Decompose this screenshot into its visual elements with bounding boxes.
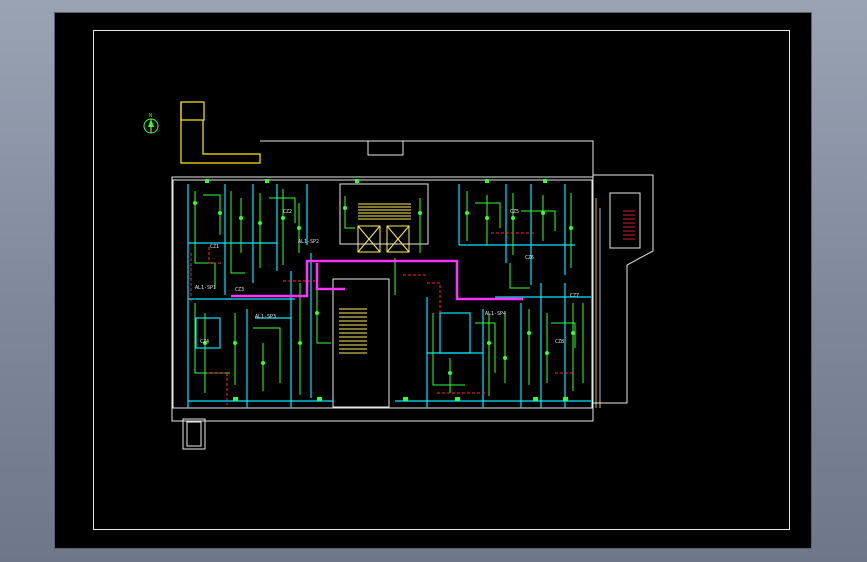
- room-label: CZ4: [200, 339, 209, 345]
- room-label: CZ3: [235, 287, 244, 293]
- room-label: CZ5: [510, 209, 519, 215]
- panel-label: AL1-SP1: [195, 285, 216, 291]
- room-label: CZ2: [283, 209, 292, 215]
- dashed-circuits: [190, 232, 575, 405]
- north-arrow-icon: N: [143, 113, 159, 134]
- right-stair: [595, 198, 635, 408]
- room-label: CZ1: [210, 244, 219, 250]
- panel-label: AL1-SP4: [485, 311, 506, 317]
- room-label: CZ7: [570, 293, 579, 299]
- floor-plan-diagram: N CZ1 CZ2 CZ3 CZ4 CZ5 CZ6 CZ7 CZ8 AL1-SP…: [143, 101, 654, 450]
- panel-label: AL1-SP2: [298, 239, 319, 245]
- panel-label: AL1-SP3: [255, 314, 276, 320]
- room-label: CZ8: [555, 339, 564, 345]
- drawing-sheet: N CZ1 CZ2 CZ3 CZ4 CZ5 CZ6 CZ7 CZ8 AL1-SP…: [55, 13, 811, 548]
- room-label: CZ6: [525, 255, 534, 261]
- main-trunk-line: [231, 259, 523, 301]
- yellow-structure: [180, 101, 261, 164]
- stair-core: [332, 183, 429, 408]
- north-label: N: [149, 113, 152, 119]
